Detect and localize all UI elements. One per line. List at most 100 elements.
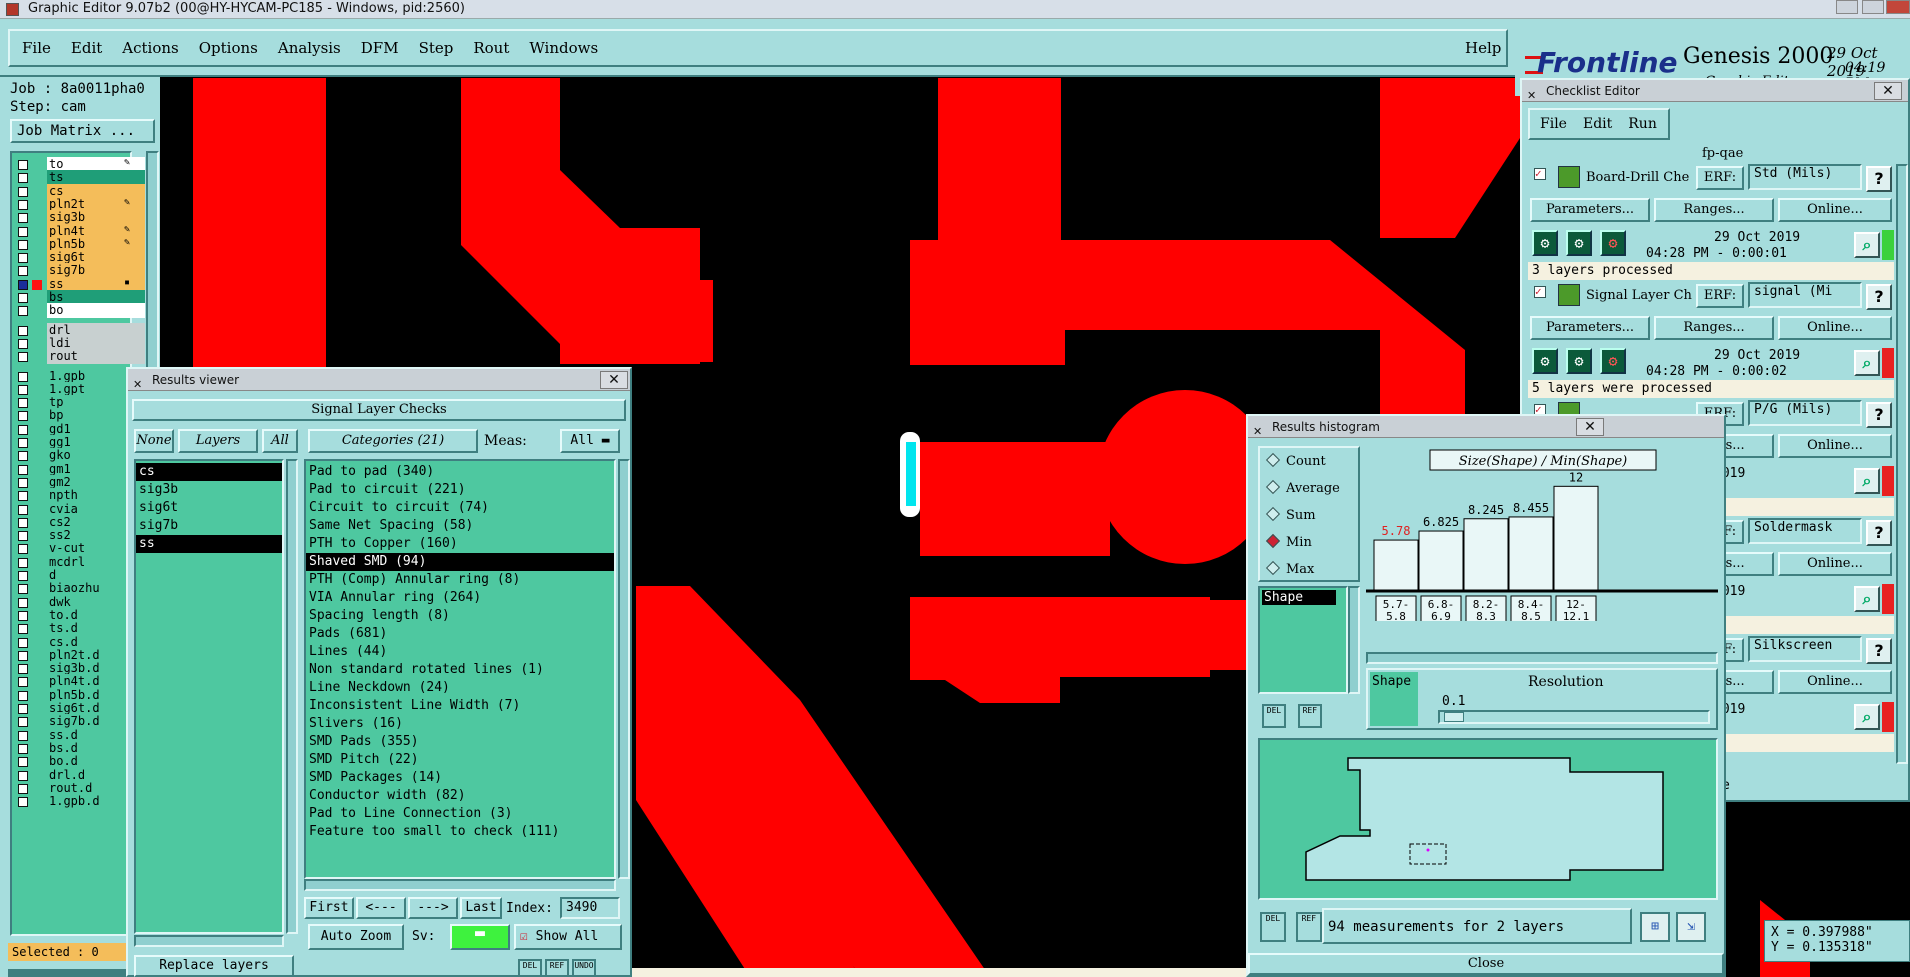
category-item[interactable]: Conductor width (82) bbox=[306, 787, 614, 805]
layer-checkbox[interactable] bbox=[18, 730, 28, 741]
results-viewer-titlebar[interactable]: ✕ Results viewer ✕ bbox=[128, 369, 630, 391]
category-item[interactable]: PTH to Copper (160) bbox=[306, 535, 614, 553]
zoom-icon[interactable]: ⌕ bbox=[1854, 232, 1880, 258]
layers-button[interactable]: Layers bbox=[178, 429, 258, 453]
histogram-titlebar[interactable]: ✕ Results histogram ✕ bbox=[1248, 416, 1724, 438]
category-list[interactable]: Pad to pad (340) Pad to circuit (221) Circ… bbox=[304, 459, 616, 879]
ref-icon[interactable]: REF bbox=[1295, 912, 1322, 942]
viewer-layer-item[interactable]: sig3b bbox=[136, 481, 282, 499]
prev-button[interactable]: <--- bbox=[356, 897, 406, 919]
histogram-bar[interactable] bbox=[1463, 518, 1509, 591]
category-item[interactable]: Feature too small to check (111) bbox=[306, 823, 614, 841]
category-item[interactable]: Inconsistent Line Width (7) bbox=[306, 697, 614, 715]
action-name[interactable]: Signal Layer Ch bbox=[1586, 288, 1698, 303]
histogram-bar[interactable] bbox=[1508, 516, 1554, 591]
menu-edit[interactable]: Edit bbox=[71, 39, 102, 57]
help-menu[interactable]: Help bbox=[1465, 39, 1501, 57]
mode-sum-radio[interactable]: Sum bbox=[1265, 506, 1316, 523]
layer-checkbox[interactable] bbox=[18, 517, 28, 528]
resolution-slider[interactable] bbox=[1438, 710, 1710, 724]
help-icon[interactable]: ? bbox=[1866, 166, 1892, 192]
histogram-close-bottom-button[interactable]: Close bbox=[1248, 953, 1724, 975]
erf-button[interactable]: ERF: bbox=[1696, 284, 1744, 308]
next-button[interactable]: ---> bbox=[408, 897, 458, 919]
layer-checkbox[interactable] bbox=[18, 338, 28, 349]
layer-checkbox[interactable] bbox=[18, 371, 28, 382]
menu-options[interactable]: Options bbox=[199, 39, 258, 57]
field-item-shape[interactable]: Shape bbox=[1262, 590, 1336, 605]
layer-checkbox[interactable] bbox=[18, 584, 28, 595]
category-item[interactable]: Slivers (16) bbox=[306, 715, 614, 733]
action-name[interactable]: Board-Drill Che bbox=[1586, 170, 1698, 185]
close-button[interactable] bbox=[1886, 0, 1910, 14]
layer-checkbox[interactable] bbox=[18, 783, 28, 794]
chart-hscrollbar[interactable] bbox=[1366, 652, 1718, 664]
menu-analysis[interactable]: Analysis bbox=[278, 39, 341, 57]
layer-checkbox[interactable] bbox=[18, 637, 28, 648]
layer-checkbox[interactable] bbox=[18, 624, 28, 635]
online-button[interactable]: Online... bbox=[1778, 316, 1892, 340]
help-icon[interactable]: ? bbox=[1866, 284, 1892, 310]
auto-zoom-dropdown[interactable]: Auto Zoom bbox=[308, 924, 404, 950]
ranges-button[interactable]: Ranges... bbox=[1654, 198, 1774, 222]
run-icon[interactable]: ⚙ bbox=[1532, 230, 1558, 256]
layer-checkbox[interactable] bbox=[18, 411, 28, 422]
checklist-titlebar[interactable]: ✕ Checklist Editor ✕ bbox=[1522, 80, 1908, 102]
checklist-menu-file[interactable]: File bbox=[1540, 116, 1567, 132]
category-item[interactable]: Lines (44) bbox=[306, 643, 614, 661]
menu-windows[interactable]: Windows bbox=[529, 39, 598, 57]
help-icon[interactable]: ? bbox=[1866, 402, 1892, 428]
maximize-button[interactable] bbox=[1862, 0, 1884, 14]
layer-row[interactable]: rout bbox=[12, 349, 145, 365]
viewer-layer-item[interactable]: sig7b bbox=[136, 517, 282, 535]
viewer-layer-list[interactable]: cs sig3b sig6t sig7b ss bbox=[134, 459, 284, 934]
del-icon[interactable]: DEL bbox=[518, 959, 542, 977]
category-item[interactable]: SMD Packages (14) bbox=[306, 769, 614, 787]
erf-field[interactable]: signal (Mi bbox=[1748, 282, 1862, 308]
layer-checkbox[interactable] bbox=[18, 770, 28, 781]
layer-checkbox[interactable] bbox=[18, 398, 28, 409]
erf-field[interactable]: Silkscreen bbox=[1748, 636, 1862, 662]
category-item[interactable]: Pads (681) bbox=[306, 625, 614, 643]
viewer-layer-item[interactable]: cs bbox=[136, 463, 282, 481]
categories-button[interactable]: Categories (21) bbox=[308, 429, 478, 453]
field-list[interactable]: Shape bbox=[1258, 586, 1348, 694]
category-item[interactable]: Line Neckdown (24) bbox=[306, 679, 614, 697]
layer-checkbox[interactable] bbox=[18, 173, 28, 184]
parameters-button[interactable]: Parameters... bbox=[1530, 316, 1650, 340]
run-step-icon[interactable]: ⚙ bbox=[1566, 348, 1592, 374]
layer-checkbox[interactable] bbox=[18, 557, 28, 568]
layer-checkbox[interactable] bbox=[18, 531, 28, 542]
all-layers-button[interactable]: All bbox=[262, 429, 298, 453]
histogram-bar[interactable] bbox=[1553, 485, 1599, 591]
fit-icon[interactable]: ⇲ bbox=[1676, 912, 1706, 942]
layer-checkbox[interactable] bbox=[18, 226, 28, 237]
histogram-bar[interactable] bbox=[1373, 539, 1419, 591]
mode-count-radio[interactable]: Count bbox=[1265, 452, 1326, 469]
layer-checkbox[interactable] bbox=[18, 160, 28, 170]
replace-layers-dropdown[interactable]: Replace layers bbox=[134, 955, 294, 977]
layer-hscrollbar[interactable] bbox=[134, 935, 284, 947]
layer-checkbox[interactable] bbox=[18, 464, 28, 475]
layer-checkbox[interactable] bbox=[18, 424, 28, 435]
last-button[interactable]: Last bbox=[460, 897, 502, 919]
layer-row[interactable]: 1.gpb.d bbox=[12, 794, 145, 810]
undo-icon[interactable]: UNDO bbox=[572, 959, 596, 977]
menu-rout[interactable]: Rout bbox=[473, 39, 509, 57]
erf-field[interactable]: P/G (Mils) bbox=[1748, 400, 1862, 426]
checklist-close-button[interactable]: ✕ bbox=[1874, 82, 1902, 100]
layer-checkbox[interactable] bbox=[18, 704, 28, 714]
category-item[interactable]: VIA Annular ring (264) bbox=[306, 589, 614, 607]
menu-dfm[interactable]: DFM bbox=[361, 39, 399, 57]
layer-checkbox[interactable] bbox=[18, 504, 28, 515]
mode-average-radio[interactable]: Average bbox=[1265, 479, 1340, 496]
none-button[interactable]: None bbox=[134, 429, 174, 453]
zoom-icon[interactable]: ⌕ bbox=[1854, 586, 1880, 612]
layer-checkbox[interactable] bbox=[18, 610, 28, 621]
action-check-icon[interactable]: ✓ bbox=[1534, 286, 1546, 298]
meas-dropdown[interactable]: All ▬ bbox=[560, 429, 620, 453]
ref-icon[interactable]: REF bbox=[1297, 704, 1322, 728]
online-button[interactable]: Online... bbox=[1778, 434, 1892, 458]
zoom-icon[interactable]: ⌕ bbox=[1854, 468, 1880, 494]
online-button[interactable]: Online... bbox=[1778, 552, 1892, 576]
